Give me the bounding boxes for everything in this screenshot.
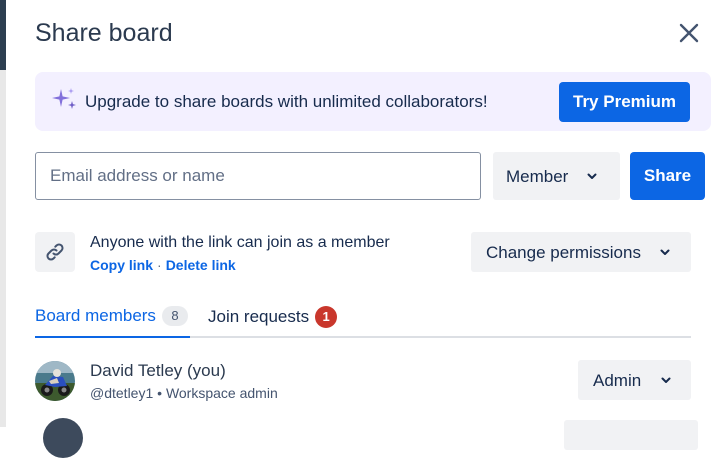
chevron-down-icon [660, 249, 670, 255]
active-tab-indicator [35, 336, 190, 338]
tab-join-requests[interactable]: Join requests 1 [208, 306, 338, 336]
tab-join-requests-label: Join requests [208, 307, 310, 326]
member-handle: @dtetley1 [90, 385, 154, 401]
member-role-description: Workspace admin [165, 385, 278, 401]
members-count-badge: 8 [161, 306, 188, 326]
tab-board-members[interactable]: Board members 8 [35, 306, 190, 338]
avatar [35, 361, 75, 401]
change-permissions-label: Change permissions [486, 243, 641, 262]
sparkle-icon [52, 88, 76, 109]
member-subtitle: @dtetley1 • Workspace admin [90, 385, 278, 401]
share-board-dialog: Share board Upgrade to share boards with… [6, 0, 718, 458]
email-input[interactable] [35, 152, 481, 200]
share-button[interactable]: Share [630, 152, 705, 200]
member-role-select[interactable] [564, 420, 698, 450]
change-permissions-button[interactable]: Change permissions [471, 232, 691, 272]
link-icon [46, 243, 64, 261]
tab-board-members-label: Board members [35, 306, 156, 325]
link-actions: Copy link · Delete link [90, 257, 236, 273]
close-icon [679, 23, 699, 43]
chevron-down-icon [661, 377, 671, 383]
role-select[interactable]: Member [493, 152, 620, 200]
member-tabs: Board members 8 Join requests 1 [35, 306, 691, 338]
dialog-title: Share board [35, 19, 173, 47]
role-select-value: Member [506, 167, 569, 186]
avatar [43, 418, 83, 458]
member-subtitle-bullet: • [157, 385, 163, 401]
member-name: David Tetley (you) [90, 361, 226, 380]
link-description: Anyone with the link can join as a membe… [90, 234, 390, 251]
upgrade-banner: Upgrade to share boards with unlimited c… [35, 72, 711, 131]
link-actions-separator: · [157, 257, 162, 273]
member-row: David Tetley (you) @dtetley1 • Workspace… [35, 358, 691, 404]
join-requests-badge: 1 [315, 306, 338, 328]
copy-link-button[interactable]: Copy link [90, 257, 153, 273]
upgrade-banner-text: Upgrade to share boards with unlimited c… [85, 92, 488, 111]
close-button[interactable] [674, 18, 704, 48]
member-role-value: Admin [593, 371, 642, 390]
link-icon-container [35, 232, 75, 272]
member-role-select[interactable]: Admin [578, 360, 691, 400]
try-premium-button[interactable]: Try Premium [559, 82, 690, 122]
chevron-down-icon [587, 173, 597, 179]
delete-link-button[interactable]: Delete link [166, 257, 236, 273]
